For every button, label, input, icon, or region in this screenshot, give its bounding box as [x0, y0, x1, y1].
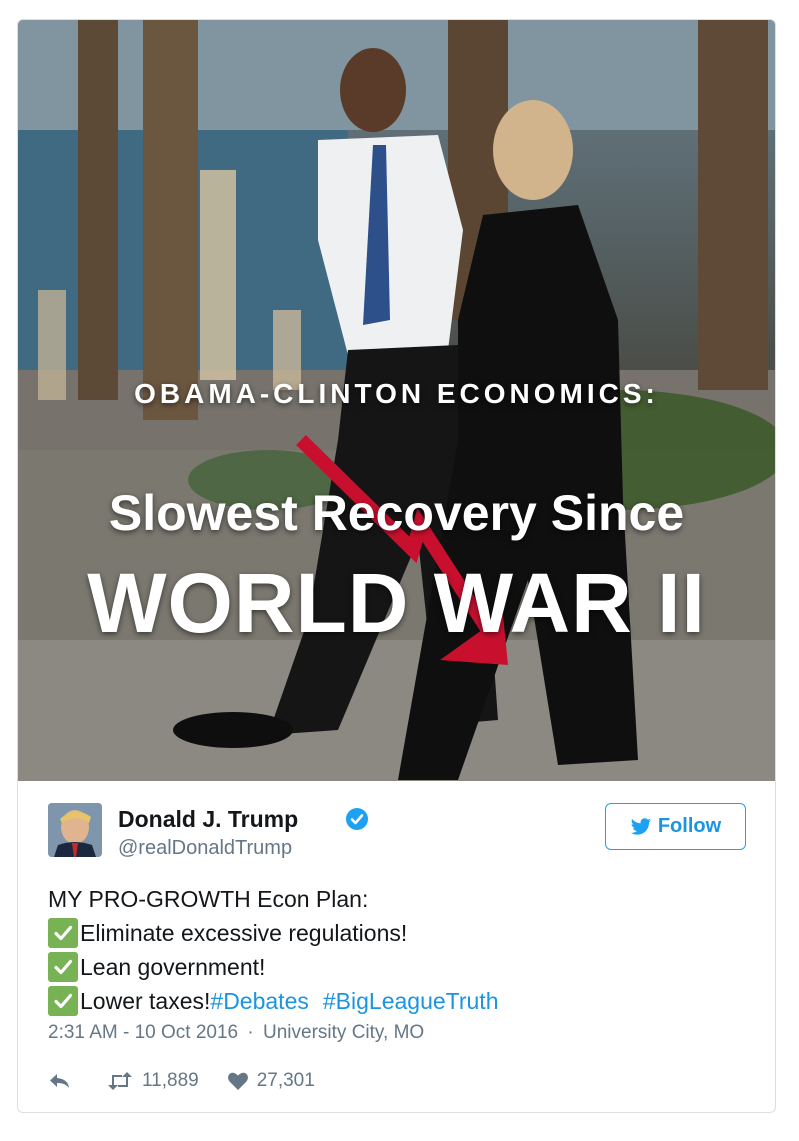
reply-icon	[50, 1074, 69, 1088]
author-handle[interactable]: @realDonaldTrump	[118, 837, 292, 860]
tweet-location[interactable]: University City, MO	[263, 1022, 424, 1043]
tweet-meta: 2:31 AM - 10 Oct 2016 · University City,…	[48, 1022, 424, 1044]
follow-button[interactable]: Follow	[605, 803, 746, 850]
author-name[interactable]: Donald J. Trump	[118, 806, 298, 833]
retweet-icon	[108, 1072, 132, 1090]
retweet-count: 11,889	[142, 1070, 199, 1091]
list-item: Lower taxes! #Debates #BigLeagueTruth	[48, 984, 748, 1018]
bird-icon	[630, 817, 651, 835]
hashtag-bigleaguetruth[interactable]: #BigLeagueTruth	[323, 984, 499, 1018]
check-mark-icon	[48, 952, 78, 982]
tweet-actions: 11,889 27,301	[48, 1066, 315, 1096]
tweet-image[interactable]: OBAMA-CLINTON ECONOMICS: Slowest Recover…	[18, 20, 775, 781]
hashtag-debates[interactable]: #Debates	[210, 984, 308, 1018]
list-item: Lean government!	[48, 950, 748, 984]
image-caption-line2: Slowest Recovery Since	[108, 485, 685, 541]
heart-icon	[227, 1072, 248, 1090]
check-mark-icon	[48, 918, 78, 948]
list-item: Eliminate excessive regulations!	[48, 916, 748, 950]
verified-badge-icon	[346, 808, 368, 830]
like-button[interactable]: 27,301	[227, 1070, 315, 1092]
image-caption-line1: OBAMA-CLINTON ECONOMICS:	[134, 378, 659, 409]
reply-button[interactable]	[48, 1071, 72, 1091]
tweet-timestamp[interactable]: 2:31 AM - 10 Oct 2016	[48, 1022, 238, 1043]
avatar[interactable]	[48, 803, 102, 857]
check-mark-icon	[48, 986, 78, 1016]
image-caption-line3: WORLD WAR II	[87, 556, 706, 650]
like-count: 27,301	[256, 1070, 315, 1091]
tweet-heading: MY PRO-GROWTH Econ Plan:	[48, 886, 369, 912]
retweet-button[interactable]: 11,889	[106, 1070, 199, 1092]
tweet-text: MY PRO-GROWTH Econ Plan: Eliminate exces…	[48, 882, 748, 1018]
meta-separator: ·	[247, 1022, 254, 1043]
tweet-card: OBAMA-CLINTON ECONOMICS: Slowest Recover…	[17, 19, 776, 1113]
follow-label: Follow	[657, 815, 722, 837]
